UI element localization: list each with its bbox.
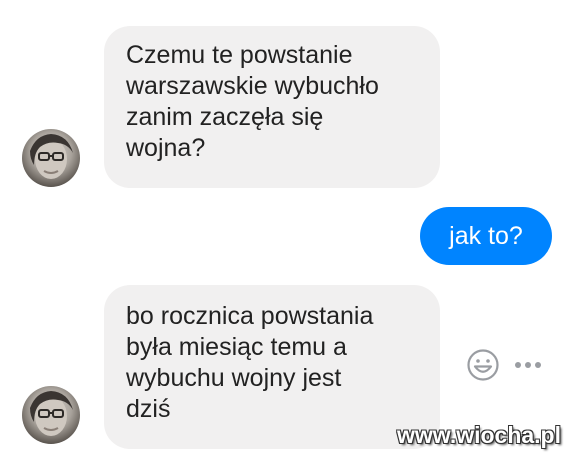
watermark: www.wiocha.pl xyxy=(397,422,561,448)
more-options-icon[interactable] xyxy=(512,357,546,373)
profile-photo-icon xyxy=(30,391,73,436)
incoming-message-bubble[interactable]: Czemu te powstanie warszawskie wybuchło … xyxy=(104,26,440,188)
sender-avatar[interactable] xyxy=(22,386,80,444)
incoming-message-bubble[interactable]: bo rocznica powstania była miesiąc temu … xyxy=(104,285,440,449)
profile-photo-icon xyxy=(30,134,73,179)
outgoing-message-bubble[interactable]: jak to? xyxy=(420,207,552,265)
sender-avatar[interactable] xyxy=(22,129,80,187)
smiley-face-icon[interactable] xyxy=(466,348,500,382)
